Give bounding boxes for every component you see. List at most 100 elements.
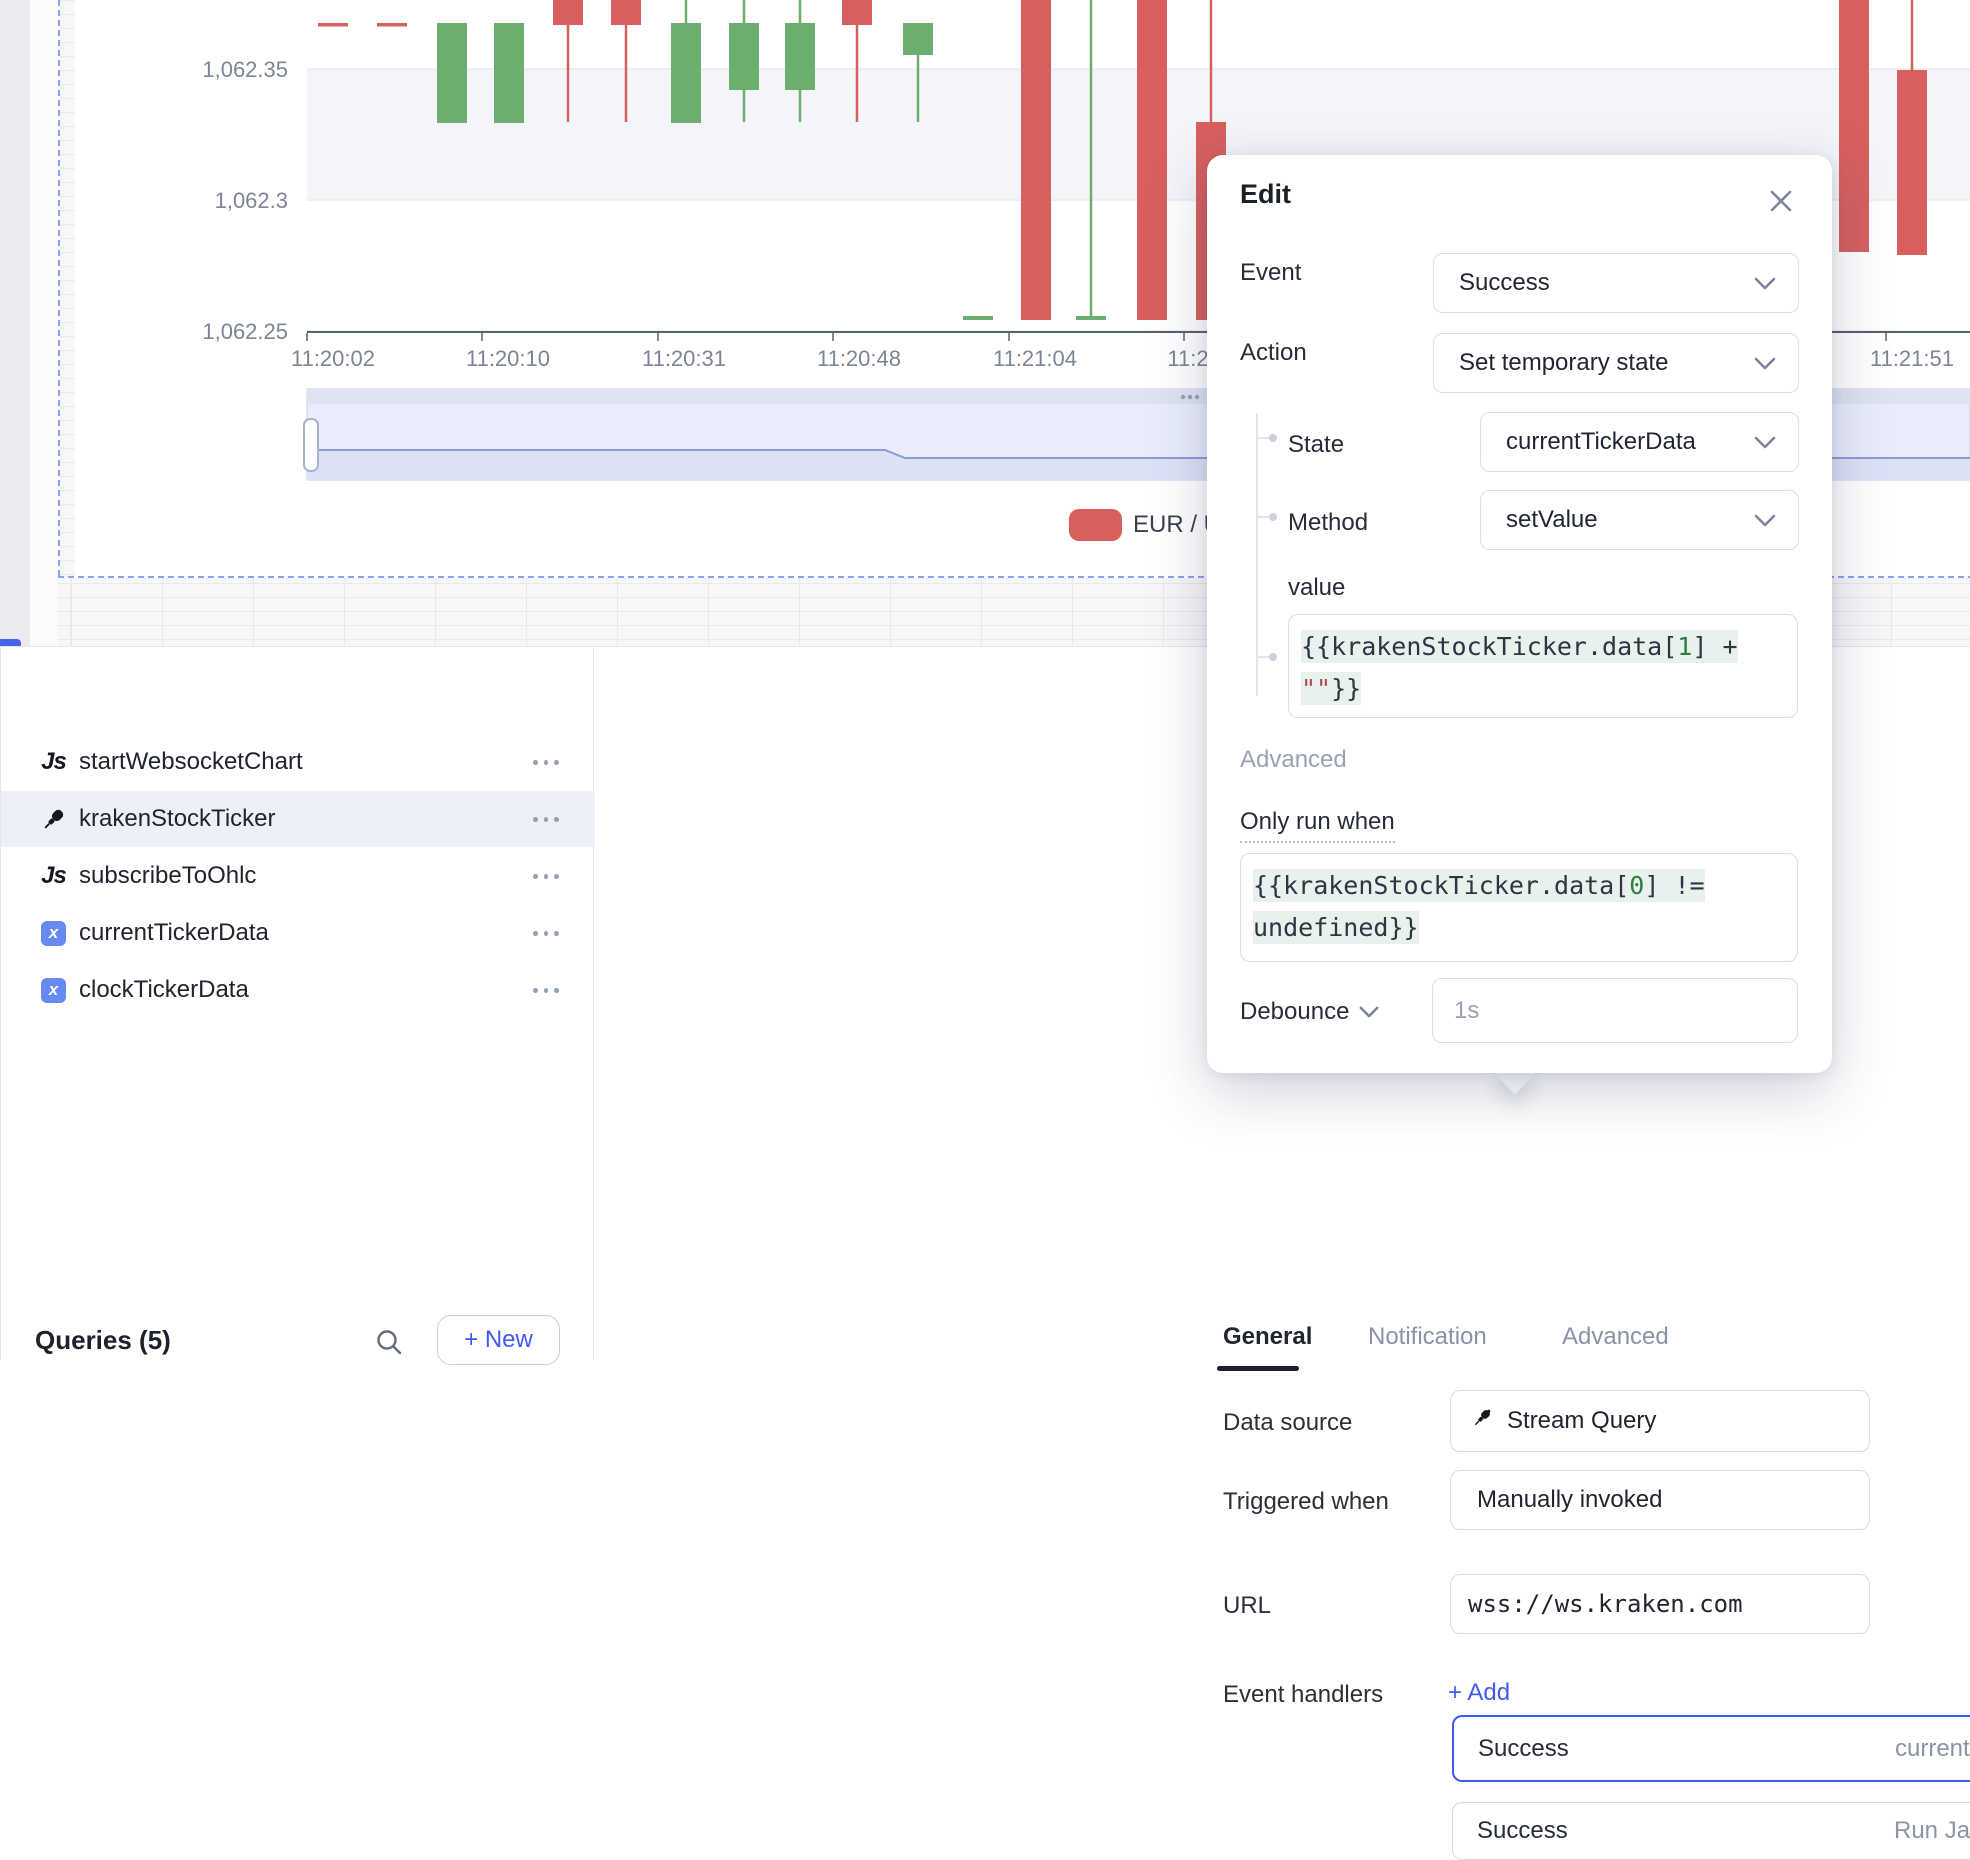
action-dropdown[interactable]: Set temporary state [1433, 333, 1799, 393]
new-query-button-label: + New [464, 1326, 533, 1354]
query-name: currentTickerData [79, 919, 269, 947]
debounce-label: Debounce [1240, 998, 1349, 1026]
connector-stub [1256, 656, 1270, 658]
candle-body [318, 23, 348, 27]
candle-body [1137, 0, 1167, 320]
data-source-dropdown[interactable]: Stream Query [1450, 1390, 1870, 1452]
query-name: subscribeToOhlc [79, 862, 256, 890]
candle-body [903, 23, 933, 55]
action-field-label: Action [1240, 339, 1307, 367]
nested-fields-connector [1256, 413, 1258, 696]
query-list-item-startWebsocketChart[interactable]: JsstartWebsocketChart [1, 734, 595, 790]
query-options-icon[interactable] [533, 872, 559, 880]
event-field-label: Event [1240, 259, 1301, 287]
x-axis-tick-label: 11:2 [1167, 346, 1208, 371]
x-axis-tick-label: 11:20:48 [817, 346, 901, 371]
query-options-icon[interactable] [533, 815, 559, 823]
state-field-label: State [1288, 431, 1344, 459]
event-handler-row[interactable]: Success currentTickerData.setValue() [1452, 1715, 1970, 1782]
advanced-section-toggle[interactable]: Advanced [1240, 746, 1347, 774]
legend-swatch-eur-usd [1069, 509, 1122, 541]
debounce-input[interactable]: 1s [1432, 978, 1798, 1043]
handler-event: Success [1477, 1817, 1568, 1845]
stream-query-icon [41, 807, 66, 832]
candle-body [842, 0, 872, 25]
candle-body [437, 23, 467, 123]
candle-body [494, 23, 524, 123]
x-axis-tick-label: 11:20:10 [466, 346, 550, 371]
query-name: clockTickerData [79, 976, 249, 1004]
debounce-dropdown[interactable]: Debounce [1240, 998, 1379, 1026]
query-name: startWebsocketChart [79, 748, 303, 776]
close-icon[interactable] [1765, 185, 1797, 217]
tab-general[interactable]: General [1223, 1323, 1312, 1351]
method-dropdown-value: setValue [1506, 506, 1598, 534]
rangeslider-grip-icon[interactable] [1188, 395, 1192, 399]
only-run-when-label: Only run when [1240, 808, 1395, 843]
value-code-editor[interactable]: {{krakenStockTicker.data[1] + ""}} [1288, 614, 1798, 718]
state-dropdown-value: currentTickerData [1506, 428, 1696, 456]
handler-event: Success [1478, 1735, 1569, 1763]
chevron-down-icon [1754, 514, 1776, 527]
query-list-item-krakenStockTicker[interactable]: krakenStockTicker [1, 791, 595, 847]
widget-selection-border-left [58, 0, 60, 578]
y-axis-tick-label: 1,062.25 [202, 319, 288, 344]
candle-body [1839, 0, 1869, 252]
connector-stub [1256, 437, 1270, 439]
rangeslider-grip-icon[interactable] [1181, 395, 1185, 399]
debounce-value: 1s [1454, 997, 1479, 1025]
action-dropdown-value: Set temporary state [1459, 349, 1668, 377]
query-list-item-clockTickerData[interactable]: x clockTickerData [1, 962, 595, 1018]
data-source-value: Stream Query [1507, 1407, 1656, 1435]
x-axis-tick-label: 11:21:51 [1870, 346, 1954, 371]
queries-panel: Queries (5) + New JsstartWebsocketChartk… [0, 647, 594, 1360]
candle-body [963, 316, 993, 320]
add-event-handler-button[interactable]: + Add [1448, 1679, 1510, 1707]
url-value: wss://ws.kraken.com [1468, 1590, 1743, 1618]
handler-action: currentTickerData.setValue() [1895, 1735, 1970, 1763]
rangeslider-handle[interactable] [304, 419, 318, 471]
url-label: URL [1223, 1592, 1271, 1620]
popover-title: Edit [1240, 179, 1291, 210]
candle-body [1897, 70, 1927, 255]
url-input[interactable]: wss://ws.kraken.com [1450, 1574, 1870, 1634]
search-icon[interactable] [374, 1327, 404, 1357]
state-variable-icon: x [41, 978, 66, 1003]
tab-advanced[interactable]: Advanced [1562, 1323, 1669, 1351]
event-handlers-label: Event handlers [1223, 1681, 1383, 1709]
event-dropdown[interactable]: Success [1433, 253, 1799, 313]
candle-body [1076, 316, 1106, 320]
rangeslider-grip-icon[interactable] [1195, 395, 1199, 399]
queries-panel-title: Queries (5) [35, 1325, 171, 1356]
y-axis-tick-label: 1,062.35 [202, 57, 288, 82]
new-query-button[interactable]: + New [437, 1315, 560, 1365]
chevron-down-icon [1754, 436, 1776, 449]
y-axis-tick-label: 1,062.3 [215, 188, 288, 213]
candle-body [377, 23, 407, 27]
active-tab-underline [1217, 1366, 1299, 1371]
event-handler-row[interactable]: Success Run JavaScript [1452, 1802, 1970, 1860]
state-dropdown[interactable]: currentTickerData [1480, 412, 1799, 472]
triggered-when-dropdown[interactable]: Manually invoked [1450, 1470, 1870, 1530]
candle-body [611, 0, 641, 25]
query-options-icon[interactable] [533, 758, 559, 766]
state-variable-icon: x [41, 921, 66, 946]
stream-query-icon [1471, 1407, 1493, 1436]
handler-action: Run JavaScript [1894, 1817, 1970, 1845]
query-options-icon[interactable] [533, 929, 559, 937]
event-dropdown-value: Success [1459, 269, 1550, 297]
candle-body [729, 23, 759, 90]
edit-event-handler-popover: Edit Event Success Action Set temporary … [1207, 155, 1832, 1073]
tab-notification[interactable]: Notification [1368, 1323, 1487, 1351]
query-options-icon[interactable] [533, 986, 559, 994]
only-run-when-code-editor[interactable]: {{krakenStockTicker.data[0] != undefined… [1240, 853, 1798, 962]
query-list-item-subscribeToOhlc[interactable]: JssubscribeToOhlc [1, 848, 595, 904]
method-dropdown[interactable]: setValue [1480, 490, 1799, 550]
candle-body [1021, 0, 1051, 320]
method-field-label: Method [1288, 509, 1368, 537]
triggered-when-value: Manually invoked [1477, 1486, 1662, 1514]
data-source-label: Data source [1223, 1409, 1352, 1437]
query-list-item-currentTickerData[interactable]: x currentTickerData [1, 905, 595, 961]
chevron-down-icon [1754, 277, 1776, 290]
candle-body [671, 23, 701, 123]
